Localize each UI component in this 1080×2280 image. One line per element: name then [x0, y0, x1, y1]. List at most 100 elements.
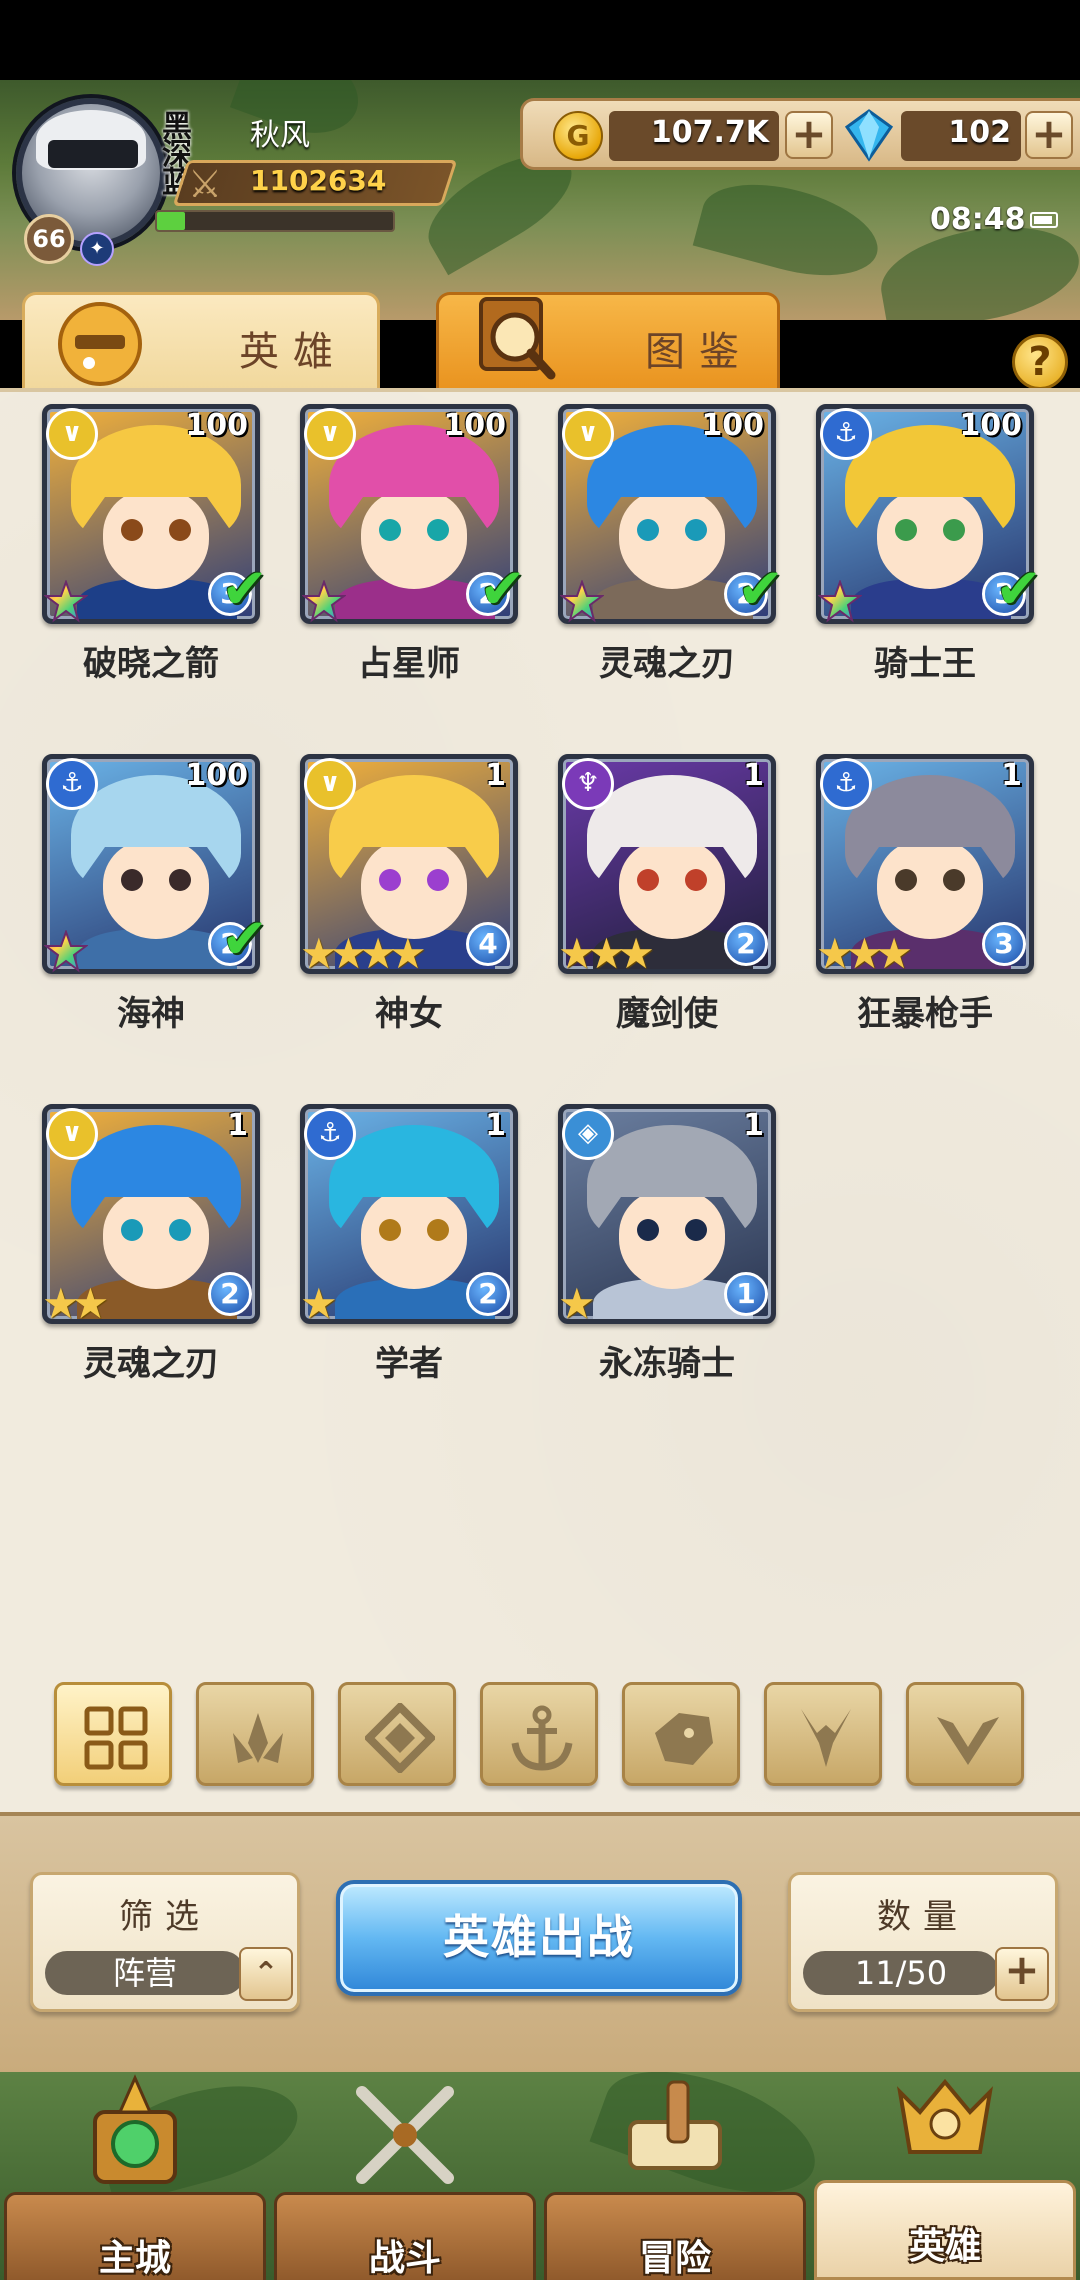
vip-icon: ✦	[80, 232, 114, 266]
hero-name: 破晓之箭	[83, 644, 219, 684]
hero-card[interactable]: ∨ 1 ★★ 2 灵魂之刃	[42, 1104, 260, 1384]
deploy-heroes-button[interactable]: 英雄出战	[336, 1880, 742, 1996]
magnifier-book-icon	[479, 297, 556, 380]
expand-capacity-button[interactable]: +	[995, 1947, 1049, 2001]
filter-ice-button[interactable]	[338, 1682, 456, 1786]
add-gold-button[interactable]: +	[785, 111, 833, 159]
nav-heroes-label: 英雄	[908, 2226, 981, 2267]
hero-card[interactable]: ∨ 1 ★★★★ 4 神女	[300, 754, 518, 1034]
hero-name: 永冻骑士	[599, 1344, 735, 1384]
hero-level: 1	[485, 758, 506, 793]
hero-eye	[943, 519, 965, 541]
chevron-up-icon[interactable]: ⌃	[239, 1947, 293, 2001]
faction-anchor-icon: ⚓	[820, 408, 872, 460]
player-avatar[interactable]: 黑深蓝 66 ✦	[8, 90, 191, 266]
hero-card[interactable]: ⚓ 100 3 ✔ 骑士王	[816, 404, 1042, 684]
hero-eye	[379, 1219, 401, 1241]
hero-card[interactable]: ⚓ 100 2 ✔ 海神	[42, 754, 268, 1034]
faction-wing-icon: ∨	[562, 408, 614, 460]
hero-face	[619, 1189, 725, 1289]
crossed-swords-icon: ⚔	[187, 162, 223, 206]
hero-face	[361, 1189, 467, 1289]
hero-eye	[121, 1219, 143, 1241]
hero-eye	[169, 869, 191, 891]
nav-battle-label: 战斗	[368, 2238, 441, 2279]
diamond-gem-icon	[844, 109, 894, 162]
experience-fill	[157, 212, 186, 230]
hero-eye	[637, 519, 659, 541]
hero-name: 狂暴枪手	[857, 994, 993, 1034]
filter-beast-button[interactable]	[622, 1682, 740, 1786]
faction-wing-icon: ∨	[304, 758, 356, 810]
help-button[interactable]: ?	[1012, 334, 1068, 390]
rainbow-star-icon	[44, 930, 88, 973]
checkmark-icon: ✔	[479, 557, 526, 622]
nav-adventure-label: 冒险	[638, 2238, 711, 2279]
filter-all-button[interactable]	[54, 1682, 172, 1786]
hero-card[interactable]: ∨ 100 2 ✔ 灵魂之刃	[558, 404, 784, 684]
hero-card[interactable]: ◈ 1 ★ 1 永冻骑士	[558, 1104, 776, 1384]
gem-amount: 102	[948, 115, 1011, 150]
hero-count: 11/50	[803, 1951, 999, 1995]
hero-eye	[121, 869, 143, 891]
hero-card[interactable]: ⚓ 1 ★ 2 学者	[300, 1104, 518, 1384]
star-rating: ★★★	[816, 929, 913, 978]
filter-ocean-button[interactable]	[480, 1682, 598, 1786]
nav-battle[interactable]: 战斗	[274, 2192, 536, 2280]
checkmark-icon: ✔	[221, 557, 268, 622]
hero-eye	[637, 869, 659, 891]
rainbow-star-icon	[560, 580, 604, 623]
clock-time: 08:48	[930, 202, 1026, 237]
faction-demon-icon: ♆	[562, 758, 614, 810]
nav-main-city[interactable]: 主城	[4, 2192, 266, 2280]
checkmark-icon: ✔	[221, 907, 268, 972]
filter-nature-button[interactable]	[196, 1682, 314, 1786]
hero-name: 魔剑使	[616, 994, 718, 1034]
system-status-bar	[0, 0, 1080, 80]
filter-demon-button[interactable]	[764, 1682, 882, 1786]
checkmark-icon: ✔	[737, 557, 784, 622]
hero-name: 灵魂之刃	[83, 1344, 219, 1384]
tab-encyclopedia[interactable]: 图鉴	[436, 292, 780, 390]
hero-face	[619, 489, 725, 589]
tab-heroes[interactable]: 英雄	[22, 292, 380, 390]
star-rating: ★★	[42, 1279, 109, 1328]
hero-level: 100	[185, 408, 248, 443]
rainbow-star-icon	[818, 580, 862, 623]
hero-level: 1	[485, 1108, 506, 1143]
hero-face	[877, 839, 983, 939]
hero-face	[619, 839, 725, 939]
hero-card[interactable]: ⚓ 1 ★★★ 3 狂暴枪手	[816, 754, 1034, 1034]
faction-diamond-icon: ◈	[562, 1108, 614, 1160]
scroll-map-icon	[628, 2080, 722, 2170]
rainbow-star-icon	[44, 580, 88, 623]
nav-adventure[interactable]: 冒险	[544, 2192, 806, 2280]
player-level-badge: 66	[24, 214, 74, 264]
hero-face	[877, 489, 983, 589]
faction-anchor-icon: ⚓	[46, 758, 98, 810]
add-gems-button[interactable]: +	[1025, 111, 1073, 159]
hero-level: 100	[443, 408, 506, 443]
player-header: 黑深蓝 66 ✦ 秋风 ⚔ 1102634 G 107.7K + 102 + 0…	[0, 80, 1080, 320]
faction-wing-icon: ∨	[46, 408, 98, 460]
count-box: 数量 11/50 +	[788, 1872, 1058, 2012]
hero-card[interactable]: ♆ 1 ★★★ 2 魔剑使	[558, 754, 776, 1034]
hero-eye	[685, 869, 707, 891]
gold-coin-icon: G	[553, 111, 603, 161]
filter-box: 筛选 阵营 ⌃	[30, 1872, 300, 2012]
filter-value[interactable]: 阵营	[45, 1951, 245, 1995]
star-rating: ★★★★	[300, 929, 427, 978]
faction-wing-icon: ∨	[46, 1108, 98, 1160]
hero-card[interactable]: ∨ 100 3 ✔ 破晓之箭	[42, 404, 268, 684]
hero-grade-badge: 2	[724, 922, 768, 966]
count-title: 数量	[877, 1897, 969, 1937]
hero-name: 骑士王	[874, 644, 976, 684]
star-rating: ★★★	[558, 929, 655, 978]
nav-heroes[interactable]: 英雄	[814, 2180, 1076, 2280]
hero-card[interactable]: ∨ 100 2 ✔ 占星师	[300, 404, 526, 684]
demon-horns-icon	[801, 1709, 851, 1767]
nav-main-city-label: 主城	[98, 2238, 171, 2279]
tab-heroes-label: 英雄	[239, 329, 347, 375]
castle-icon	[93, 2074, 177, 2184]
filter-light-button[interactable]	[906, 1682, 1024, 1786]
